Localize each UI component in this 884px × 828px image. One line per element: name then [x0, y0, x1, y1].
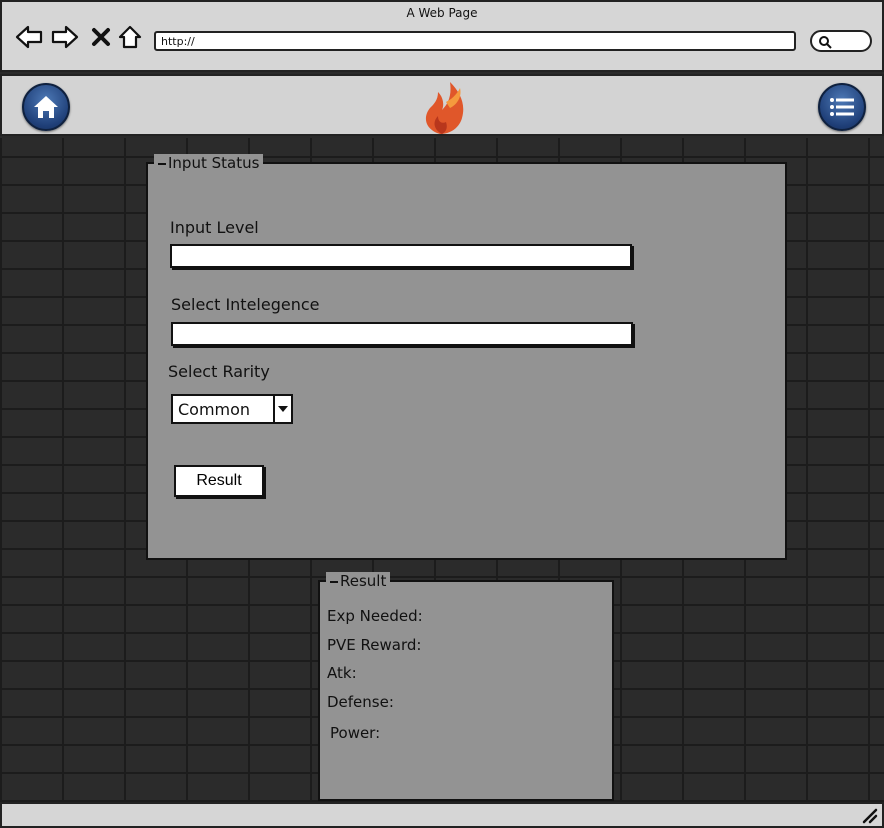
rarity-label: Select Rarity	[168, 362, 270, 381]
atk-label: Atk:	[327, 664, 357, 682]
power-label: Power:	[330, 724, 381, 742]
intelligence-field[interactable]	[171, 322, 633, 346]
forward-arrow-icon[interactable]	[50, 22, 80, 52]
home-button[interactable]	[22, 83, 70, 131]
input-level-field[interactable]	[170, 244, 632, 268]
menu-icon	[830, 98, 854, 116]
rarity-select[interactable]: Common	[171, 394, 293, 424]
resize-grip-icon[interactable]	[860, 806, 878, 824]
menu-button[interactable]	[818, 83, 866, 131]
defense-label: Defense:	[327, 693, 394, 711]
input-status-legend: Input Status	[154, 154, 264, 172]
rarity-selected-value: Common	[178, 399, 251, 419]
chevron-down-icon[interactable]	[273, 396, 291, 422]
window-title: A Web Page	[406, 6, 478, 20]
result-legend: Result	[326, 572, 391, 590]
home-icon[interactable]	[115, 22, 145, 52]
intelligence-label: Select Intelegence	[171, 295, 320, 314]
input-level-label: Input Level	[170, 218, 259, 237]
back-arrow-icon[interactable]	[14, 22, 44, 52]
search-icon	[819, 36, 832, 49]
status-bar	[0, 802, 884, 828]
pve-reward-label: PVE Reward:	[327, 636, 422, 654]
flame-logo	[420, 78, 468, 136]
home-icon	[34, 96, 58, 118]
close-icon[interactable]	[86, 22, 116, 52]
result-button[interactable]: Result	[174, 465, 264, 497]
search-field[interactable]	[810, 30, 872, 52]
url-input[interactable]: http://	[154, 31, 796, 51]
exp-needed-label: Exp Needed:	[327, 607, 423, 625]
